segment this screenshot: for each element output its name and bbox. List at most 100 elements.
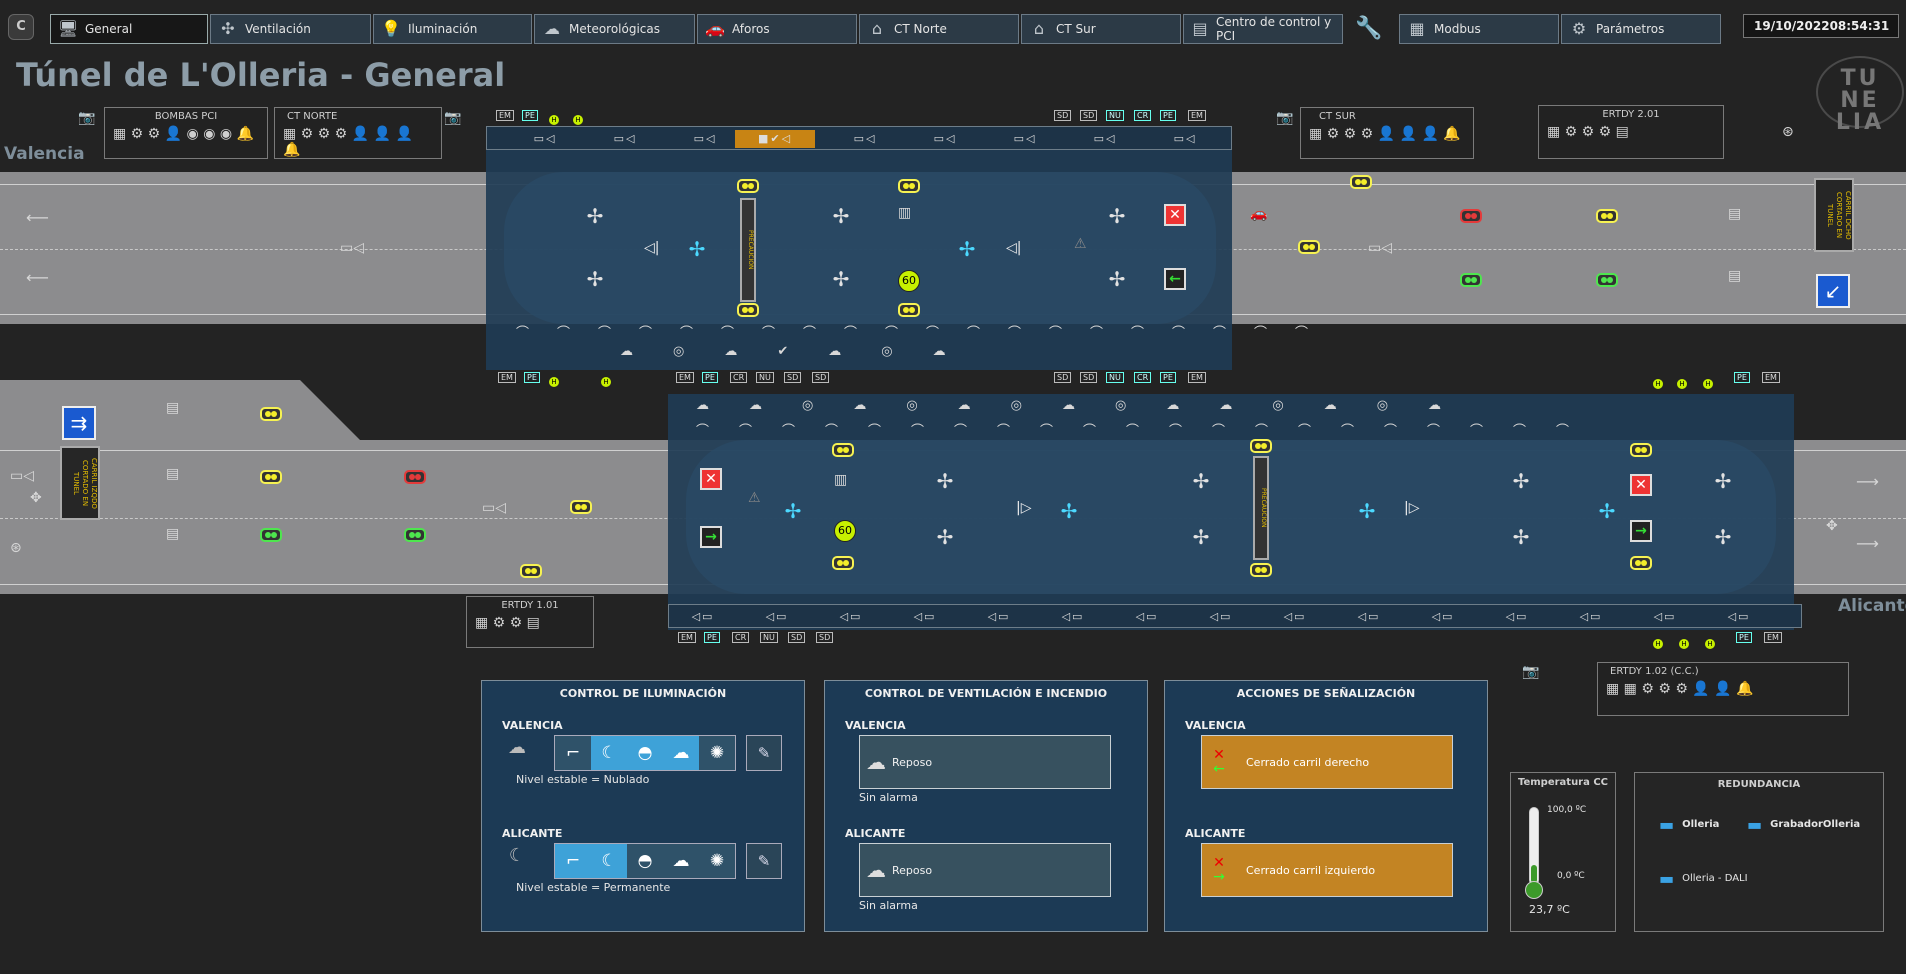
green-beacon[interactable] (260, 528, 282, 542)
yellow-beacon[interactable] (1630, 443, 1652, 457)
grid-panel-icon[interactable]: ▥ (834, 472, 847, 488)
tab-parametros[interactable]: ⚙ Parámetros (1561, 14, 1721, 44)
warning-sign-icon[interactable]: ⚠ (748, 490, 761, 506)
camera-icon[interactable]: ▭◁ (997, 130, 1053, 148)
sd-tag[interactable]: SD (812, 372, 830, 383)
jet-fan-icon[interactable]: ✢ (584, 205, 606, 227)
camera-icon[interactable]: ▭◁ (837, 130, 893, 148)
yellow-beacon[interactable] (1596, 209, 1618, 223)
em-tag[interactable]: EM (1188, 372, 1206, 383)
antenna-icon[interactable]: ⊛ (10, 540, 22, 556)
camera-icon[interactable]: ▭◁ (1368, 240, 1392, 256)
sd-tag[interactable]: SD (788, 632, 806, 643)
streetlight-mode-button[interactable]: ⌐ (555, 844, 591, 878)
tab-meteorologicas[interactable]: ☁ Meteorológicas (534, 14, 695, 44)
speaker-icon[interactable]: |▷ (1016, 500, 1031, 516)
dusk-mode-button[interactable]: ◓ (627, 736, 663, 770)
yellow-beacon[interactable] (570, 500, 592, 514)
red-beacon[interactable] (404, 470, 426, 484)
em-tag[interactable]: EM (1762, 372, 1780, 383)
indicator-icon[interactable]: H (1652, 638, 1664, 650)
box-ertdy-102[interactable]: ERTDY 1.02 (C.C.) ▦ ▦ ⚙ ⚙ ⚙ 👤 👤 🔔 (1597, 662, 1849, 716)
sd-tag[interactable]: SD (1054, 372, 1072, 383)
lane-closed-signal[interactable]: ✕ (1630, 474, 1652, 496)
lane-open-signal[interactable]: → (1630, 520, 1652, 542)
tab-ventilacion[interactable]: ✣ Ventilación (210, 14, 371, 44)
yellow-beacon[interactable] (737, 179, 759, 193)
panel-icon[interactable]: ▤ (1728, 268, 1741, 284)
tab-iluminacion[interactable]: 💡 Iluminación (373, 14, 532, 44)
camera-icon[interactable]: ◁▭ (897, 608, 953, 626)
jet-fan-icon[interactable]: ✢ (830, 268, 852, 290)
sd-tag[interactable]: SD (816, 632, 834, 643)
tab-ct-norte[interactable]: ⌂ CT Norte (859, 14, 1019, 44)
camera-alarm-icon[interactable]: ■✔◁ (735, 130, 815, 148)
right-vms-sign[interactable]: CARRIL DCHO CORTADO EN TUNEL (1814, 178, 1854, 252)
camera-icon[interactable]: 📷 (78, 110, 95, 126)
camera-icon[interactable]: ◁▭ (1045, 608, 1101, 626)
home-button[interactable]: C (8, 14, 34, 40)
camera-icon[interactable]: ▭◁ (517, 130, 573, 148)
move-icon[interactable]: ✥ (30, 490, 42, 506)
speaker-icon[interactable]: |▷ (1404, 500, 1419, 516)
nu-tag[interactable]: NU (756, 372, 774, 383)
sd-tag[interactable]: SD (1054, 110, 1072, 121)
pe-tag[interactable]: PE (522, 110, 538, 121)
server-grabador[interactable]: ▬ GrabadorOlleria (1747, 815, 1860, 834)
camera-icon[interactable]: ◁▭ (1267, 608, 1323, 626)
cr-tag[interactable]: CR (732, 632, 750, 643)
camera-icon[interactable]: ◁▭ (971, 608, 1027, 626)
camera-icon[interactable]: ▭◁ (482, 500, 506, 516)
server-olleria[interactable]: ▬ Olleria (1659, 815, 1719, 834)
jet-fan-icon[interactable]: ✢ (1712, 470, 1734, 492)
fan-running-icon[interactable]: ✢ (782, 500, 804, 522)
wrench-icon[interactable]: 🔧 (1355, 16, 1383, 44)
panel-icon[interactable]: ▤ (166, 400, 179, 416)
lane-closed-signal[interactable]: ✕ (1164, 204, 1186, 226)
box-bombas-pci[interactable]: BOMBAS PCI ▦ ⚙ ⚙ 👤 ◉ ◉ ◉ 🔔 (104, 107, 268, 159)
em-tag[interactable]: EM (1188, 110, 1206, 121)
sd-tag[interactable]: SD (1080, 372, 1098, 383)
green-beacon[interactable] (404, 528, 426, 542)
alicante-ventilation-state[interactable]: ☁ Reposo (859, 843, 1111, 897)
jet-fan-icon[interactable]: ✢ (1106, 268, 1128, 290)
antenna-icon[interactable]: ⊛ (1782, 124, 1794, 140)
yellow-beacon[interactable] (1250, 563, 1272, 577)
jet-fan-icon[interactable]: ✢ (830, 205, 852, 227)
indicator-icon[interactable]: H (1652, 378, 1664, 390)
camera-icon[interactable]: ◁▭ (1415, 608, 1471, 626)
valencia-signal-action[interactable]: ✕ ← Cerrado carril derecho (1201, 735, 1453, 789)
cloudy-mode-button[interactable]: ☁ (663, 736, 699, 770)
pe-tag[interactable]: PE (1160, 110, 1176, 121)
panel-icon[interactable]: ▤ (1728, 206, 1741, 222)
manual-mode-button[interactable]: ✎ (746, 843, 782, 879)
jet-fan-icon[interactable]: ✢ (1510, 526, 1532, 548)
indicator-icon[interactable]: H (1678, 638, 1690, 650)
yellow-beacon[interactable] (898, 179, 920, 193)
fan-running-icon[interactable]: ✢ (686, 238, 708, 260)
tab-aforos[interactable]: 🚗 Aforos (697, 14, 857, 44)
camera-icon[interactable]: ◁▭ (823, 608, 879, 626)
sd-tag[interactable]: SD (1080, 110, 1098, 121)
tab-modbus[interactable]: ▦ Modbus (1399, 14, 1559, 44)
valencia-ventilation-state[interactable]: ☁ Reposo (859, 735, 1111, 789)
jet-fan-icon[interactable]: ✢ (1712, 526, 1734, 548)
jet-fan-icon[interactable]: ✢ (1190, 470, 1212, 492)
tab-general[interactable]: 🖥 General (50, 14, 208, 44)
panel-icon[interactable]: ▤ (166, 526, 179, 542)
camera-icon[interactable]: ▭◁ (677, 130, 733, 148)
fan-running-icon[interactable]: ✢ (1058, 500, 1080, 522)
camera-icon[interactable]: ▭◁ (1077, 130, 1133, 148)
nu-tag[interactable]: NU (760, 632, 778, 643)
left-vms-sign[interactable]: CARRIL IZQDO CORTADO EN TUNEL (60, 446, 100, 520)
cr-tag[interactable]: CR (730, 372, 748, 383)
night-mode-button[interactable]: ☾ (591, 736, 627, 770)
yellow-beacon[interactable] (260, 407, 282, 421)
em-tag[interactable]: EM (1764, 632, 1782, 643)
nu-tag[interactable]: NU (1106, 372, 1124, 383)
camera-icon[interactable]: ◁▭ (1341, 608, 1397, 626)
pe-tag[interactable]: PE (1160, 372, 1176, 383)
camera-icon[interactable]: ◁▭ (1563, 608, 1619, 626)
lane-change-sign[interactable]: ↙ (1816, 274, 1850, 308)
camera-icon[interactable]: ◁▭ (1637, 608, 1693, 626)
